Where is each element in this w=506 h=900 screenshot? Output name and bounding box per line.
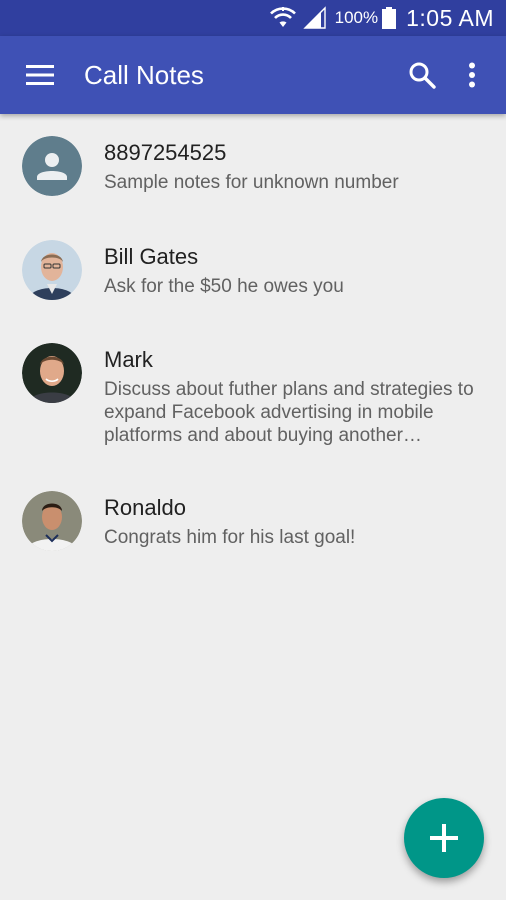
list-item[interactable]: 8897254525 Sample notes for unknown numb… [0,114,506,218]
add-note-button[interactable] [404,798,484,878]
wifi-icon [269,7,296,27]
note-text: Ask for the $50 he owes you [104,276,344,297]
more-options-button[interactable] [450,53,494,97]
list-item[interactable]: Mark Discuss about futher plans and stra… [0,321,506,469]
app-bar: Call Notes [0,36,506,114]
contact-photo [22,343,82,403]
default-person-icon [22,136,82,196]
page-title: Call Notes [84,59,204,90]
menu-button[interactable] [20,55,60,95]
note-text: Congrats him for his last goal! [104,527,356,548]
note-text: Sample notes for unknown number [104,172,399,193]
contact-name: Bill Gates [104,244,199,269]
battery-percent: 100% [334,8,379,27]
contact-photo [22,491,82,551]
notes-list: 8897254525 Sample notes for unknown numb… [0,114,506,569]
list-item[interactable]: Bill Gates Ask for the $50 he owes you [0,218,506,321]
search-icon [409,62,436,89]
contact-name: 8897254525 [104,140,227,165]
add-icon [430,824,458,852]
avatar [22,491,82,551]
more-vert-icon [469,62,475,88]
menu-icon [26,65,54,85]
contact-name: Mark [104,347,153,372]
note-text: Discuss about futher plans and strategie… [104,379,474,446]
avatar [22,136,82,196]
avatar [22,240,82,300]
avatar [22,343,82,403]
clock: 1:05 AM [406,4,494,31]
list-item[interactable]: Ronaldo Congrats him for his last goal! [0,469,506,569]
battery-icon [382,7,397,29]
search-button[interactable] [400,53,444,97]
contact-photo [22,240,82,300]
signal-icon [302,6,326,29]
status-bar: 100% 1:05 AM [0,0,506,36]
contact-name: Ronaldo [104,495,186,520]
